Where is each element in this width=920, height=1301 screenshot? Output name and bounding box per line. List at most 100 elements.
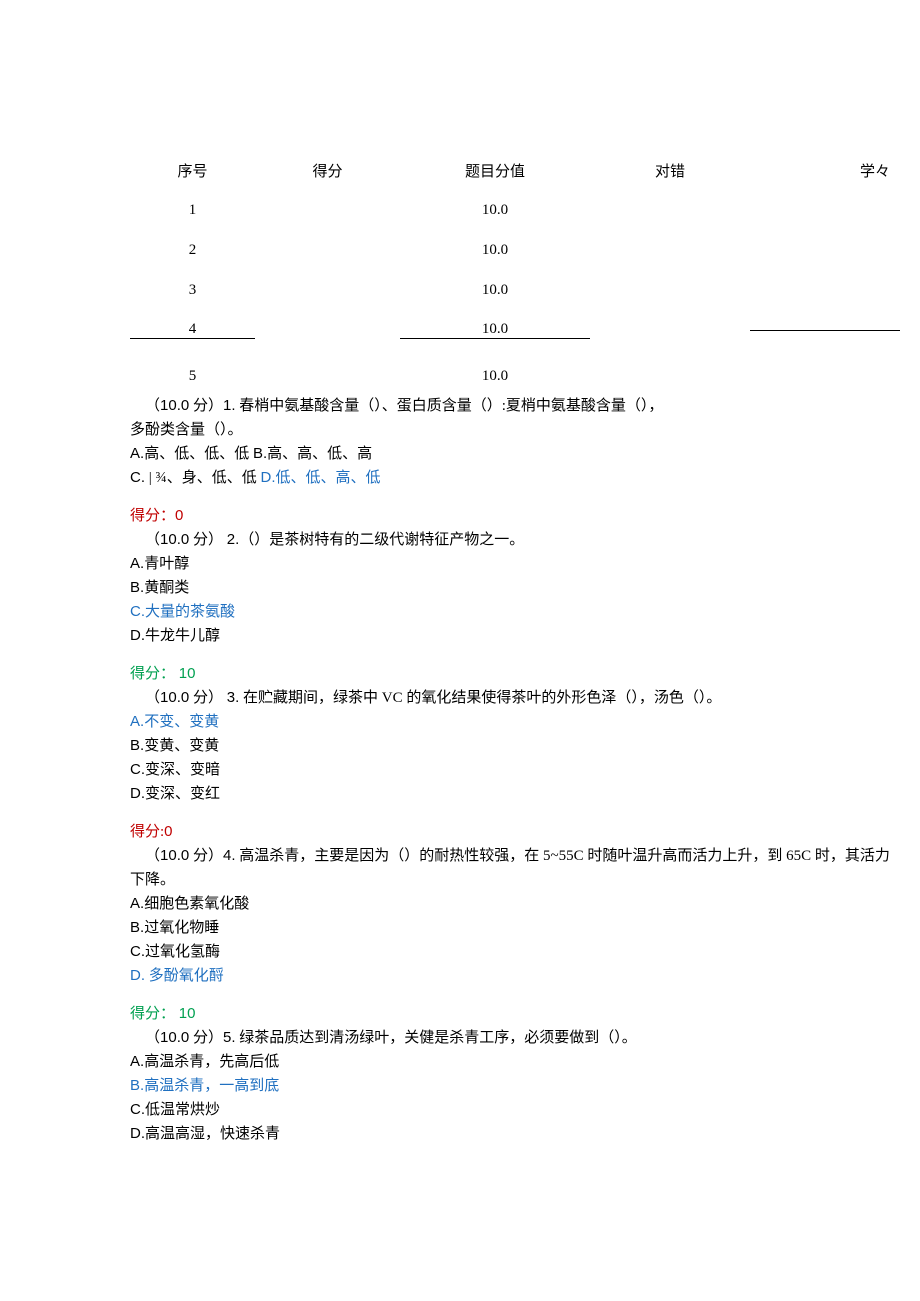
paren-close: 分） bbox=[189, 848, 223, 864]
opt-text: 青叶醇 bbox=[144, 556, 189, 572]
table-row: 5 10.0 bbox=[130, 364, 900, 388]
paren-close: 分） bbox=[189, 532, 227, 548]
q4-opt-b: B.过氧化物睡 bbox=[130, 916, 900, 940]
col-seq-header: 序号 bbox=[130, 160, 255, 181]
q4-score: 得分： 10 bbox=[130, 1002, 900, 1026]
score-value: 0 bbox=[164, 823, 172, 840]
q2-opt-a: A.青叶醇 bbox=[130, 552, 900, 576]
cell-value: 10.0 bbox=[400, 202, 590, 219]
question-5: 得分： 10 （10.0 分）5. 绿茶品质达到清汤绿叶，关健是杀青工序，必须要… bbox=[130, 1002, 900, 1146]
opt-label: C. bbox=[130, 943, 145, 960]
paren-open: （ bbox=[145, 532, 160, 548]
opt-label: C. bbox=[130, 603, 145, 620]
q1-opt-b: 高、高、低、高 bbox=[267, 446, 372, 462]
opt-text: 变深、变暗 bbox=[145, 762, 220, 778]
opt-text: 牛龙牛儿醇 bbox=[145, 628, 220, 644]
q2-prompt: （10.0 分） 2.（）是茶树特有的二级代谢特征产物之一。 bbox=[130, 528, 900, 552]
score-label: 得分: bbox=[130, 824, 164, 840]
q2-score: 得分： 10 bbox=[130, 662, 900, 686]
q2-points: 10.0 bbox=[160, 531, 189, 548]
q3-opt-d: D.变深、变红 bbox=[130, 782, 900, 806]
q2-opt-b: B.黄酮类 bbox=[130, 576, 900, 600]
score-label: 得分： bbox=[130, 1006, 179, 1022]
cell-seq: 1 bbox=[130, 202, 255, 219]
paren-open: （ bbox=[145, 848, 160, 864]
cell-value: 10.0 bbox=[400, 321, 590, 339]
cell-value: 10.0 bbox=[400, 242, 590, 259]
opt-label: B. bbox=[130, 737, 144, 754]
opt-text: 过氧化物睡 bbox=[144, 920, 219, 936]
q3-text: 在贮藏期间，绿茶中 VC 的氧化结果使得茶叶的外形色泽（），汤色（）。 bbox=[239, 690, 721, 706]
question-1: （10.0 分）1. 春梢中氨基酸含量（）、蛋白质含量（）:夏梢中氨基酸含量（）… bbox=[130, 394, 900, 490]
opt-text: 不变、变黄 bbox=[144, 714, 219, 730]
q1-opt-b-label: B. bbox=[253, 445, 267, 462]
opt-text: 多酚氧化酹 bbox=[145, 968, 224, 984]
table-row: 2 10.0 bbox=[130, 230, 900, 270]
q5-text: 绿茶品质达到清汤绿叶，关健是杀青工序，必须要做到（）。 bbox=[236, 1030, 637, 1046]
q1-opt-d: 低、低、高、低 bbox=[276, 470, 381, 486]
opt-label: A. bbox=[130, 555, 144, 572]
q5-opt-c: C.低温常烘炒 bbox=[130, 1098, 900, 1122]
paren-open: （ bbox=[145, 1030, 160, 1046]
table-row: 3 10.0 bbox=[130, 270, 900, 310]
opt-text: 高温杀青，先高后低 bbox=[144, 1054, 279, 1070]
q1-line-cd: C. | ¾、身、低、低 D.低、低、高、低 bbox=[130, 466, 900, 490]
q3-score: 得分:0 bbox=[130, 820, 900, 844]
q4-points: 10.0 bbox=[160, 847, 189, 864]
paren-close: 分） bbox=[189, 1030, 223, 1046]
opt-label: D. bbox=[130, 1125, 145, 1142]
opt-label: A. bbox=[130, 713, 144, 730]
q5-points: 10.0 bbox=[160, 1029, 189, 1046]
col-right-header: 对错 bbox=[590, 160, 750, 181]
col-score-header: 得分 bbox=[255, 160, 400, 181]
q5-prompt: （10.0 分）5. 绿茶品质达到清汤绿叶，关健是杀青工序，必须要做到（）。 bbox=[130, 1026, 900, 1050]
q1-num: 1. bbox=[223, 397, 236, 414]
opt-text: 黄酮类 bbox=[144, 580, 189, 596]
q4-num: 4. bbox=[223, 847, 236, 864]
q1-prompt: （10.0 分）1. 春梢中氨基酸含量（）、蛋白质含量（）:夏梢中氨基酸含量（）… bbox=[130, 394, 900, 418]
table-row: 1 10.0 bbox=[130, 190, 900, 230]
cell-value: 10.0 bbox=[400, 368, 590, 385]
opt-text: 高温高湿，快速杀青 bbox=[145, 1126, 280, 1142]
q3-prompt: （10.0 分） 3. 在贮藏期间，绿茶中 VC 的氧化结果使得茶叶的外形色泽（… bbox=[130, 686, 900, 710]
opt-label: A. bbox=[130, 895, 144, 912]
question-3: 得分： 10 （10.0 分） 3. 在贮藏期间，绿茶中 VC 的氧化结果使得茶… bbox=[130, 662, 900, 806]
table-header: 序号 得分 题目分值 对错 学々 bbox=[130, 150, 900, 190]
opt-text: 过氧化氢酶 bbox=[145, 944, 220, 960]
question-4: 得分:0 （10.0 分）4. 高温杀青，主要是因为（）的耐热性较强，在 5~5… bbox=[130, 820, 900, 988]
q4-opt-d: D. 多酚氧化酹 bbox=[130, 964, 900, 988]
q1-score: 得分：0 bbox=[130, 504, 900, 528]
cell-seq: 4 bbox=[130, 321, 255, 339]
opt-label: D. bbox=[130, 785, 145, 802]
paren-close: 分） bbox=[189, 690, 227, 706]
q1-opt-a-label: A. bbox=[130, 445, 144, 462]
score-table: 序号 得分 题目分值 对错 学々 1 10.0 2 10.0 3 10.0 4 … bbox=[130, 150, 900, 388]
question-2: 得分：0 （10.0 分） 2.（）是茶树特有的二级代谢特征产物之一。 A.青叶… bbox=[130, 504, 900, 648]
paren-open: （ bbox=[145, 398, 160, 414]
opt-text: 低温常烘炒 bbox=[145, 1102, 220, 1118]
opt-text: 变深、变红 bbox=[145, 786, 220, 802]
q5-opt-a: A.高温杀青，先高后低 bbox=[130, 1050, 900, 1074]
cell-xue bbox=[750, 330, 900, 331]
q2-text: （）是茶树特有的二级代谢特征产物之一。 bbox=[239, 532, 524, 548]
cell-seq: 2 bbox=[130, 242, 255, 259]
q1-opt-c: | ¾、身、低、低 bbox=[145, 470, 261, 486]
opt-label: A. bbox=[130, 1053, 144, 1070]
col-value-header: 题目分值 bbox=[400, 160, 590, 181]
opt-label: C. bbox=[130, 1101, 145, 1118]
q1-points: 10.0 bbox=[160, 397, 189, 414]
q1-line-ab: A.高、低、低、低 B.高、高、低、高 bbox=[130, 442, 900, 466]
q3-num: 3. bbox=[227, 689, 240, 706]
cell-seq: 5 bbox=[130, 368, 255, 385]
q1-opt-d-label: D. bbox=[261, 469, 276, 486]
q4-text: 高温杀青，主要是因为（）的耐热性较强，在 5~55C 时随叶温升高而活力上升，到… bbox=[130, 848, 890, 888]
opt-text: 细胞色素氧化酸 bbox=[144, 896, 249, 912]
opt-label: B. bbox=[130, 1077, 144, 1094]
col-xue-header: 学々 bbox=[750, 160, 900, 181]
score-label: 得分： bbox=[130, 508, 175, 524]
score-value: 10 bbox=[179, 1005, 196, 1022]
score-label: 得分： bbox=[130, 666, 179, 682]
table-row: 4 10.0 bbox=[130, 310, 900, 350]
q3-points: 10.0 bbox=[160, 689, 189, 706]
q5-num: 5. bbox=[223, 1029, 236, 1046]
